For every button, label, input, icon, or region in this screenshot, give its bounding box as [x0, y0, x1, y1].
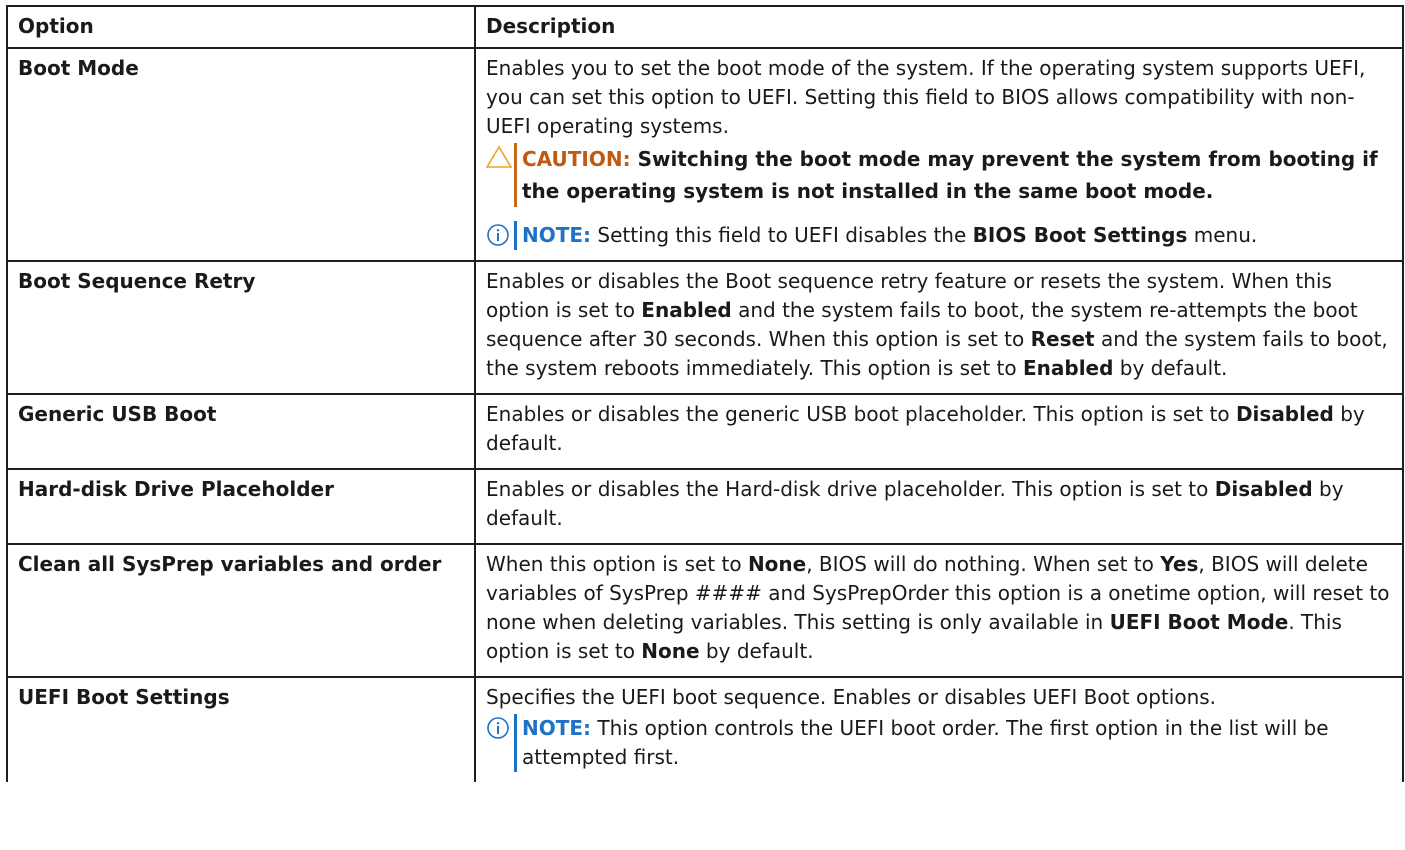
description-clean-sysprep: When this option is set to None, BIOS wi… — [474, 543, 1404, 678]
table-row: Generic USB Boot Enables or disables the… — [6, 393, 1404, 470]
bold-value: Disabled — [1235, 402, 1334, 426]
note-bar — [514, 221, 517, 250]
text-segment: Enables or disables the Hard-disk drive … — [486, 477, 1215, 501]
header-description: Description — [474, 5, 1404, 49]
text-segment: , BIOS will do nothing. When set to — [806, 552, 1161, 576]
description-uefi-boot-settings: Specifies the UEFI boot sequence. Enable… — [474, 676, 1404, 782]
note-callout: NOTE: This option controls the UEFI boot… — [486, 714, 1392, 772]
caution-triangle-icon — [486, 143, 514, 207]
caution-bar — [514, 143, 517, 207]
table-row: Hard-disk Drive Placeholder Enables or d… — [6, 468, 1404, 545]
text-segment: Enables or disables the generic USB boot… — [486, 402, 1236, 426]
note-text-end: menu. — [1187, 223, 1258, 247]
description-boot-mode: Enables you to set the boot mode of the … — [474, 47, 1404, 262]
note-label: NOTE: — [522, 716, 592, 740]
description-text: Enables you to set the boot mode of the … — [486, 56, 1366, 138]
note-body: NOTE: Setting this field to UEFI disable… — [522, 221, 1392, 250]
info-circle-icon — [486, 221, 514, 250]
table-row: Clean all SysPrep variables and order Wh… — [6, 543, 1404, 678]
option-boot-mode: Boot Mode — [6, 47, 476, 262]
description-generic-usb-boot: Enables or disables the generic USB boot… — [474, 393, 1404, 470]
option-hdd-placeholder: Hard-disk Drive Placeholder — [6, 468, 476, 545]
option-boot-sequence-retry: Boot Sequence Retry — [6, 260, 476, 395]
text-segment: by default. — [1113, 356, 1228, 380]
note-text: This option controls the UEFI boot order… — [522, 716, 1329, 769]
caution-text: Switching the boot mode may prevent the … — [522, 147, 1378, 203]
bold-value: Enabled — [1022, 356, 1114, 380]
bold-value: Disabled — [1214, 477, 1313, 501]
note-bar — [514, 714, 517, 772]
caution-callout: CAUTION: Switching the boot mode may pre… — [486, 143, 1392, 207]
option-clean-sysprep: Clean all SysPrep variables and order — [6, 543, 476, 678]
note-bold: BIOS Boot Settings — [972, 223, 1188, 247]
description-text: Specifies the UEFI boot sequence. Enable… — [486, 685, 1217, 709]
option-generic-usb-boot: Generic USB Boot — [6, 393, 476, 470]
caution-body: CAUTION: Switching the boot mode may pre… — [522, 143, 1392, 207]
option-uefi-boot-settings: UEFI Boot Settings — [6, 676, 476, 782]
boot-settings-table: Option Description Boot Mode Enables you… — [6, 5, 1404, 782]
table-header-row: Option Description — [6, 5, 1404, 49]
description-hdd-placeholder: Enables or disables the Hard-disk drive … — [474, 468, 1404, 545]
bold-value: Enabled — [641, 298, 732, 322]
note-text: Setting this field to UEFI disables the — [591, 223, 973, 247]
note-label: NOTE: — [522, 223, 592, 247]
bold-value: Yes — [1160, 552, 1199, 576]
bold-value: None — [747, 552, 807, 576]
bold-value: UEFI Boot Mode — [1109, 610, 1289, 634]
caution-label: CAUTION: — [522, 147, 631, 171]
note-body: NOTE: This option controls the UEFI boot… — [522, 714, 1392, 772]
info-circle-icon — [486, 714, 514, 772]
table-row: Boot Sequence Retry Enables or disables … — [6, 260, 1404, 395]
description-boot-sequence-retry: Enables or disables the Boot sequence re… — [474, 260, 1404, 395]
text-segment: by default. — [699, 639, 814, 663]
text-segment: When this option is set to — [486, 552, 748, 576]
table-row: Boot Mode Enables you to set the boot mo… — [6, 47, 1404, 262]
bold-value: Reset — [1030, 327, 1095, 351]
header-option: Option — [6, 5, 476, 49]
bold-value: None — [641, 639, 700, 663]
note-callout: NOTE: Setting this field to UEFI disable… — [486, 221, 1392, 250]
table-row: UEFI Boot Settings Specifies the UEFI bo… — [6, 676, 1404, 782]
